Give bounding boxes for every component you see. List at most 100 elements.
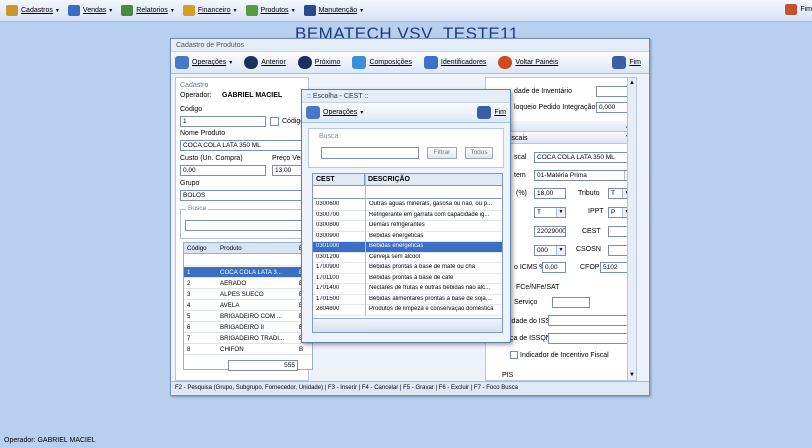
nome-field[interactable]: COCA COLA LATA 350 ML <box>180 140 308 151</box>
table-row[interactable]: 4AVELAB <box>184 300 312 311</box>
table-row[interactable]: 7BRIGADEIRO TRADI...B <box>184 333 312 344</box>
iss-field[interactable] <box>548 315 632 326</box>
composicoes-button[interactable]: Composições <box>352 56 412 69</box>
fim-button[interactable]: Fim <box>612 56 641 69</box>
grid-total: 555 <box>228 360 298 371</box>
menu-manutencao[interactable]: Manutenção ▾ <box>303 5 363 16</box>
produtos-icon <box>245 5 258 16</box>
grid-filter-row <box>184 265 312 266</box>
cest-row[interactable]: 1700900 Bebidas prontas à base de mate ou… <box>313 263 502 274</box>
grid-cell-name: ALPES SUECO <box>220 291 264 298</box>
cest-row[interactable]: 2804800 Produtos de limpeza e conservação… <box>313 305 502 316</box>
table-row[interactable]: 5BRIGADEIRO COM ...B <box>184 311 312 322</box>
next-icon <box>297 56 312 69</box>
voltar-paineis-button[interactable]: Voltar Painéis <box>498 56 558 69</box>
grid-cell-code: 6 <box>187 324 191 331</box>
exit-door-icon <box>785 4 798 15</box>
cest-code-cell: 0300800 <box>316 222 340 228</box>
item-select[interactable]: 01-Matéria Prima▼ <box>534 170 634 181</box>
scroll-down-icon: ▼ <box>629 372 635 378</box>
grid-header-produto[interactable]: Produto <box>220 245 242 252</box>
chevron-down-icon: ▾ <box>55 8 59 14</box>
cest-row[interactable]: 0301000 Bebidas energéticas <box>313 242 502 253</box>
pct-field[interactable]: 18,00 <box>534 188 566 199</box>
incentivo-checkbox[interactable] <box>510 351 518 359</box>
panels-icon <box>498 56 513 69</box>
menu-produtos[interactable]: Produtos ▾ <box>245 5 295 16</box>
table-row[interactable]: 8 CHIFON B <box>184 344 312 355</box>
grid-cell-name: CHIFON <box>220 346 244 353</box>
product-grid: Código Produto B 1COCA COLA LATA 3...B2A… <box>183 242 313 371</box>
cest-col-header[interactable]: CEST <box>313 174 365 186</box>
fiscais-section-header[interactable]: iscais⌃ <box>506 133 636 144</box>
menu-relatorios[interactable]: Relatorios ▾ <box>121 5 174 16</box>
cest-row[interactable]: 0300800 Demais refrigerantes <box>313 221 502 232</box>
cest-code-cell: 2804800 <box>316 306 340 312</box>
nome-label: Nome Produto <box>180 130 226 137</box>
chevron-down-icon: ▾ <box>360 110 364 116</box>
collapse-up-row[interactable]: ⌄ <box>506 121 636 132</box>
identificadores-button[interactable]: Identificadores <box>423 56 486 69</box>
operacoes-button[interactable]: Operações ▾ <box>175 56 232 69</box>
cest-row[interactable]: 1701500 Bebidas alimentares prontas à bas… <box>313 295 502 305</box>
cest-code-cell: 0300900 <box>316 232 340 239</box>
chevron-down-icon: ▾ <box>109 8 113 14</box>
cest-row[interactable]: 0300700 Refrigerante em garrafa com capac… <box>313 211 502 221</box>
custo-field[interactable]: 0.00 <box>180 165 266 176</box>
grid-cell-code: 4 <box>187 302 191 309</box>
table-row[interactable]: 3ALPES SUECOB <box>184 289 312 300</box>
cest-dialog: :: Escolha - CEST :: Operações ▾ Fim Busc… <box>301 89 511 343</box>
anterior-button[interactable]: Anterior <box>244 56 286 69</box>
cest-field[interactable]: 22029000 <box>534 226 566 237</box>
table-row[interactable]: 1COCA COLA LATA 3...B <box>184 267 312 278</box>
cest-row[interactable]: 0301200 Cerveja sem álcool <box>313 253 502 263</box>
grid-cell-code: 5 <box>187 313 191 320</box>
grid-cell-name: BRIGADEIRO COM ... <box>220 313 282 320</box>
grid-cell-name: AERADO <box>220 280 247 287</box>
cest-code-cell: 1701100 <box>316 274 339 281</box>
cest-dialog-title: :: Escolha - CEST :: <box>302 90 510 103</box>
cest-search-input[interactable] <box>321 147 419 159</box>
exit-button[interactable]: Fim <box>785 4 812 15</box>
cest-table-footer <box>313 318 502 332</box>
fiscal-scrollbar[interactable]: ▲ ▼ <box>627 78 636 380</box>
grid-cell-name: BRIGADEIRO TRADI... <box>220 335 285 342</box>
servico-field[interactable] <box>552 297 590 308</box>
busca-label: Busca <box>186 205 209 212</box>
menu-vendas[interactable]: Vendas ▾ <box>67 5 113 16</box>
todos-button[interactable]: Todos <box>465 147 493 159</box>
shortcut-footer: F2 - Pesquisa (Grupo, Subgrupo, Forneced… <box>171 381 649 395</box>
csosn-select[interactable]: 000 ▼ <box>534 245 566 256</box>
cest-row[interactable]: 0300600 Outras águas minerais, gasosa ou … <box>313 200 502 211</box>
icms-field[interactable]: 0,00 <box>542 262 566 273</box>
table-row[interactable]: 2AERADOB <box>184 278 312 289</box>
proximo-button[interactable]: Próximo <box>297 56 340 69</box>
cest-description-cell: Bebidas energéticas <box>369 243 424 249</box>
previous-icon <box>244 56 259 69</box>
grid-cell-code: 2 <box>187 280 191 287</box>
table-row[interactable]: 6BRIGADEIRO IIB <box>184 322 312 333</box>
scroll-up-icon: ▲ <box>629 80 635 86</box>
filtrar-button[interactable]: Filtrar <box>427 147 457 159</box>
cest-row[interactable]: 1701100 Bebidas prontas à base de café <box>313 274 502 284</box>
issqn-field[interactable] <box>548 333 632 344</box>
busca-input[interactable] <box>185 220 303 231</box>
cest-row[interactable]: 0300900 Bebidas energéticas <box>313 232 502 242</box>
incentivo-label: Indicador de Incentivo Fiscal <box>520 352 609 359</box>
ncm-field[interactable]: COCA COLA LATA 350 ML <box>534 152 634 163</box>
descricao-col-header[interactable]: DESCRIÇÃO <box>365 174 502 186</box>
chevron-down-icon: ▾ <box>233 8 237 14</box>
t-select[interactable]: T ▼ <box>534 207 566 218</box>
cest-row[interactable]: 1701400 Néctares de frutas e outras bebid… <box>313 284 502 295</box>
codigo-checkbox[interactable] <box>270 117 279 126</box>
cest-filter-row <box>313 198 502 199</box>
cest-operacoes-button[interactable]: Operações ▾ <box>306 106 363 119</box>
menu-financeiro[interactable]: Financeiro ▾ <box>182 5 237 16</box>
grid-header-codigo[interactable]: Código <box>187 245 207 252</box>
manutencao-icon <box>303 5 316 16</box>
cest-fim-button[interactable]: Fim <box>477 106 506 119</box>
cest-code-cell: 1701500 <box>316 295 340 302</box>
grupo-field[interactable]: BOLOS <box>180 190 308 201</box>
codigo-field[interactable]: 1 <box>180 116 266 127</box>
menu-cadastros[interactable]: Cadastros ▾ <box>6 5 59 16</box>
